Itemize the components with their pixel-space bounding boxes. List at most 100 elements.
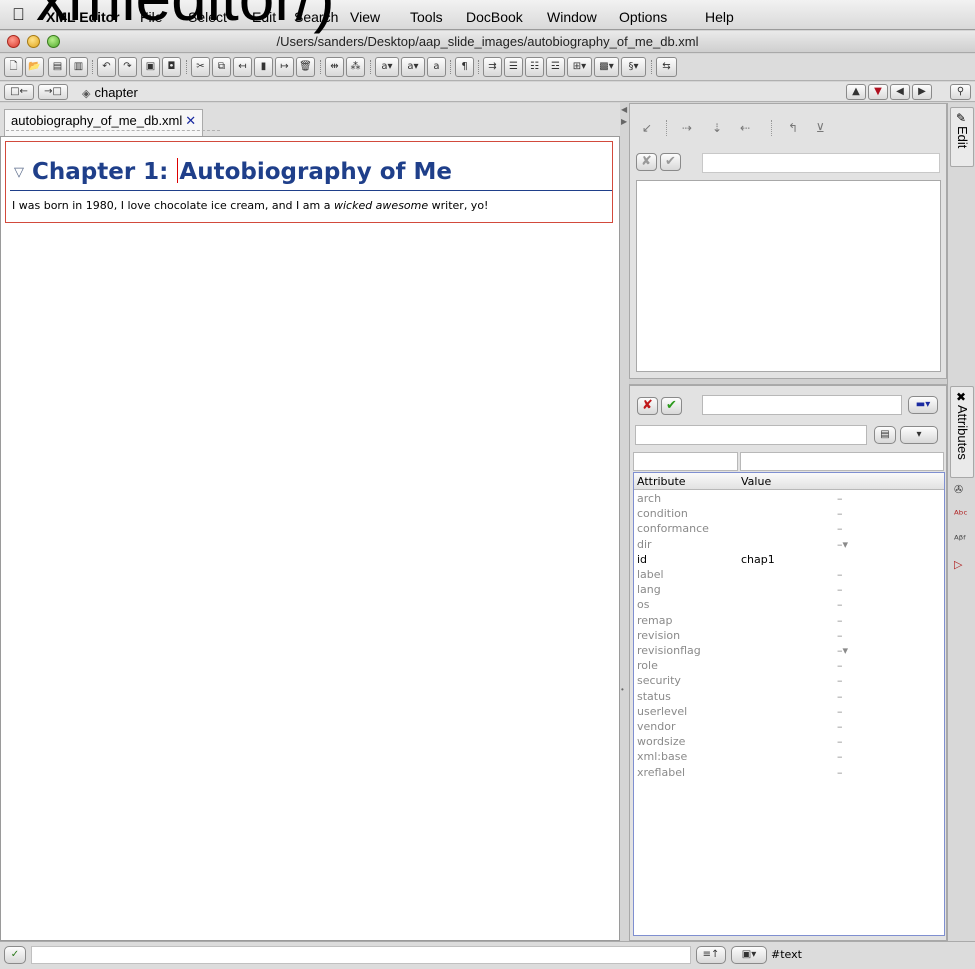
- table-row[interactable]: revision –: [634, 628, 944, 643]
- table-row[interactable]: dir –▾: [634, 537, 944, 552]
- table-row[interactable]: role –: [634, 658, 944, 673]
- apple-icon[interactable]: : [12, 5, 25, 25]
- attribute-unset-marker[interactable]: –▾: [837, 643, 848, 658]
- split-icon[interactable]: ⁂: [346, 57, 365, 77]
- attribute-unset-marker[interactable]: –: [837, 734, 843, 749]
- menu-window[interactable]: Window: [547, 9, 597, 25]
- accept-button[interactable]: ✔: [660, 153, 681, 171]
- chapter-title[interactable]: ▽ Chapter 1: Autobiography of Me: [14, 158, 452, 185]
- attribute-unset-marker[interactable]: –: [837, 765, 843, 780]
- paragraph-icon[interactable]: ¶: [455, 57, 474, 77]
- table-icon[interactable]: ⊞▾: [567, 57, 592, 77]
- save-icon[interactable]: ▤: [48, 57, 67, 77]
- collapse-triangle-icon[interactable]: ▽: [14, 165, 24, 180]
- table-row[interactable]: status –: [634, 689, 944, 704]
- new-document-icon[interactable]: 🗋: [4, 57, 23, 77]
- attribute-unset-marker[interactable]: –: [837, 597, 843, 612]
- table-row[interactable]: id chap1: [634, 552, 944, 567]
- value-filter-input[interactable]: [740, 452, 944, 471]
- document-editor[interactable]: ▽ Chapter 1: Autobiography of Me I was bo…: [0, 136, 620, 941]
- attribute-unset-marker[interactable]: –: [837, 628, 843, 643]
- attribute-value[interactable]: chap1: [741, 552, 775, 567]
- paste-after-icon[interactable]: ↦: [275, 57, 294, 77]
- tag-menu-icon[interactable]: ▾: [900, 426, 938, 444]
- attribute-unset-marker[interactable]: –: [837, 521, 843, 536]
- validate-icon[interactable]: ▣: [141, 57, 160, 77]
- close-tab-icon[interactable]: ✕: [185, 113, 196, 128]
- value-menu-button[interactable]: ▬▾: [908, 396, 938, 414]
- collapse-left-icon[interactable]: ◀: [621, 105, 627, 114]
- section-icon[interactable]: §▾: [621, 57, 646, 77]
- menu-edit[interactable]: Edit: [252, 9, 276, 25]
- collapse-right-icon[interactable]: ▶: [621, 117, 627, 126]
- menu-select[interactable]: Select: [188, 9, 227, 25]
- definition-list-icon[interactable]: ☲: [546, 57, 565, 77]
- attribute-unset-marker[interactable]: –: [837, 658, 843, 673]
- table-row[interactable]: lang –: [634, 582, 944, 597]
- check-icon[interactable]: ◘: [162, 57, 181, 77]
- table-row[interactable]: os –: [634, 597, 944, 612]
- table-row[interactable]: security –: [634, 673, 944, 688]
- table-row[interactable]: arch –: [634, 491, 944, 506]
- menu-help[interactable]: Help: [705, 9, 734, 25]
- previous-element-icon[interactable]: ▲: [846, 84, 866, 100]
- column-attribute[interactable]: Attribute: [637, 475, 686, 488]
- briefcase-menu-icon[interactable]: ▣▾: [731, 946, 767, 964]
- table-row[interactable]: remap –: [634, 613, 944, 628]
- table-row[interactable]: xml:base –: [634, 749, 944, 764]
- menu-tools[interactable]: Tools: [410, 9, 443, 25]
- paragraph[interactable]: I was born in 1980, I love chocolate ice…: [12, 199, 488, 212]
- image-icon[interactable]: ▩▾: [594, 57, 619, 77]
- element-search-input[interactable]: [702, 153, 940, 173]
- attribute-unset-marker[interactable]: –: [837, 567, 843, 582]
- insert-before-icon[interactable]: ↙: [642, 121, 652, 135]
- attribute-unset-marker[interactable]: –: [837, 749, 843, 764]
- attribute-unset-marker[interactable]: –: [837, 491, 843, 506]
- copy-icon[interactable]: ⧉: [212, 57, 231, 77]
- attribute-name-input[interactable]: [635, 425, 867, 445]
- attribute-unset-marker[interactable]: –: [837, 704, 843, 719]
- menu-view[interactable]: View: [350, 9, 380, 25]
- attribute-unset-marker[interactable]: –: [837, 689, 843, 704]
- convert-icon[interactable]: a: [427, 57, 446, 77]
- join-icon[interactable]: ⇹: [325, 57, 344, 77]
- menu-search[interactable]: Search: [294, 9, 338, 25]
- chapter-element[interactable]: ▽ Chapter 1: Autobiography of Me I was bo…: [5, 141, 613, 223]
- attribute-unset-marker[interactable]: –▾: [837, 537, 848, 552]
- table-row[interactable]: label –: [634, 567, 944, 582]
- attribute-unset-marker[interactable]: –: [837, 719, 843, 734]
- list-view-icon[interactable]: ▤: [874, 426, 896, 444]
- character-map-icon[interactable]: ✇: [954, 483, 963, 496]
- attribute-unset-marker[interactable]: –: [837, 613, 843, 628]
- link-to-icon[interactable]: ⇆: [656, 57, 677, 77]
- table-row[interactable]: xreflabel –: [634, 765, 944, 780]
- validation-icon[interactable]: ▷: [954, 558, 962, 571]
- apply-attribute-button[interactable]: ✔: [661, 397, 682, 415]
- search-icon[interactable]: ⚲: [950, 84, 971, 100]
- remove-attribute-button[interactable]: ✘: [637, 397, 658, 415]
- attribute-unset-marker[interactable]: –: [837, 673, 843, 688]
- replace-icon[interactable]: ↰: [788, 121, 798, 135]
- paste-icon[interactable]: ▮: [254, 57, 273, 77]
- table-row[interactable]: conformance –: [634, 521, 944, 536]
- spell-check-icon[interactable]: ᴬᵇᶜ: [954, 508, 968, 521]
- cancel-button[interactable]: ✘: [636, 153, 657, 171]
- convert-element-icon[interactable]: ⊻: [816, 121, 825, 135]
- attribute-unset-marker[interactable]: –: [837, 506, 843, 521]
- save-all-icon[interactable]: ▥: [69, 57, 88, 77]
- navigate-back-icon[interactable]: □←: [4, 84, 34, 100]
- undo-icon[interactable]: ↶: [97, 57, 116, 77]
- open-document-icon[interactable]: 📂: [25, 57, 44, 77]
- indent-icon[interactable]: ⇉: [483, 57, 502, 77]
- clipboard-icon[interactable]: ≡↑: [696, 946, 726, 964]
- table-row[interactable]: wordsize –: [634, 734, 944, 749]
- menu-options[interactable]: Options: [619, 9, 667, 25]
- table-row[interactable]: revisionflag –▾: [634, 643, 944, 658]
- table-row[interactable]: userlevel –: [634, 704, 944, 719]
- menu-file[interactable]: File: [140, 9, 163, 25]
- next-sibling-icon[interactable]: ▶: [912, 84, 932, 100]
- navigate-forward-icon[interactable]: →□: [38, 84, 68, 100]
- table-row[interactable]: condition –: [634, 506, 944, 521]
- tab-autobiography[interactable]: autobiography_of_me_db.xml ✕: [4, 109, 204, 136]
- cut-icon[interactable]: ✂: [191, 57, 210, 77]
